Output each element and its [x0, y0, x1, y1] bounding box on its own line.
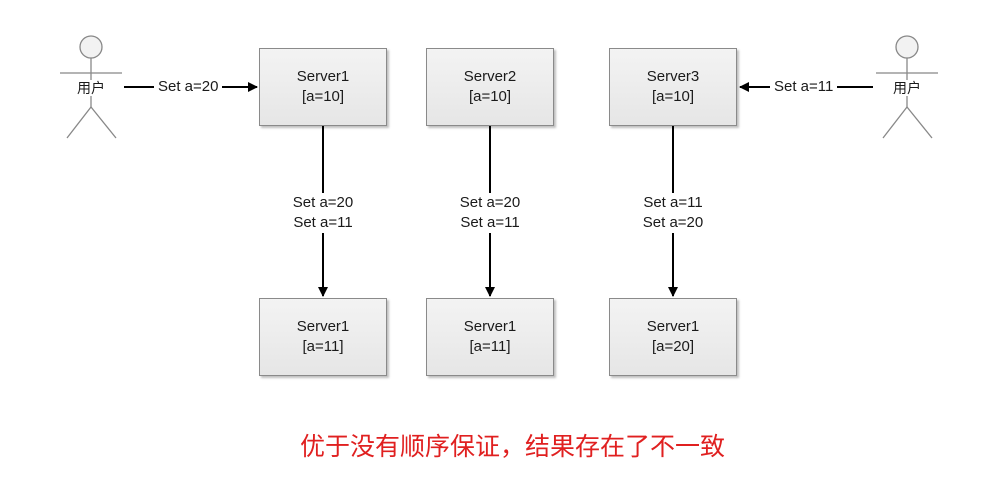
server-bottom-1: Server1 [a=11] — [259, 298, 387, 376]
server-name: Server1 — [646, 318, 700, 335]
server-bottom-3: Server1 [a=20] — [609, 298, 737, 376]
server-bottom-2: Server1 [a=11] — [426, 298, 554, 376]
server-name: Server1 — [463, 318, 517, 335]
server-top-2: Server2 [a=10] — [426, 48, 554, 126]
server-value: [a=11] — [469, 338, 511, 355]
sync-label-line2: Set a=11 — [293, 214, 353, 231]
left-request-label: Set a=20 — [154, 77, 223, 97]
server-value: [a=10] — [301, 88, 345, 105]
user-right-label: 用户 — [892, 80, 922, 96]
sync-label-2: Set a=20 Set a=11 — [450, 193, 530, 233]
sync-label-line2: Set a=20 — [642, 214, 704, 231]
server-name: Server1 — [296, 318, 350, 335]
user-left-label: 用户 — [76, 80, 106, 96]
server-top-1: Server1 [a=10] — [259, 48, 387, 126]
server-name: Server3 — [646, 68, 700, 85]
sync-label-3: Set a=11 Set a=20 — [633, 193, 713, 233]
inconsistency-caption: 优于没有顺序保证，结果存在了不一致 — [300, 432, 726, 461]
server-name: Server2 — [463, 68, 517, 85]
sync-label-line1: Set a=20 — [459, 194, 521, 211]
server-value: [a=20] — [651, 338, 695, 355]
sync-label-line2: Set a=11 — [460, 214, 520, 231]
sync-label-1: Set a=20 Set a=11 — [283, 193, 363, 233]
server-name: Server1 — [296, 68, 350, 85]
server-value: [a=11] — [302, 338, 344, 355]
server-top-3: Server3 [a=10] — [609, 48, 737, 126]
sync-label-line1: Set a=20 — [292, 194, 354, 211]
server-value: [a=10] — [468, 88, 512, 105]
right-request-label: Set a=11 — [770, 77, 838, 97]
server-value: [a=10] — [651, 88, 695, 105]
sync-label-line1: Set a=11 — [643, 194, 703, 211]
